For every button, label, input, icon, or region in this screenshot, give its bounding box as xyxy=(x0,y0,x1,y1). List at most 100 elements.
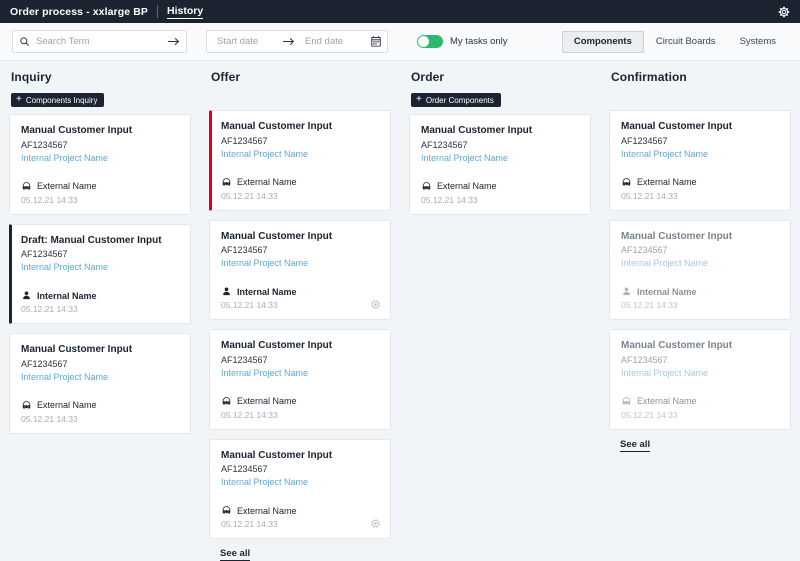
process-card[interactable]: Manual Customer Input AF1234567 Internal P… xyxy=(209,110,391,211)
search-input-placeholder[interactable]: Search Term xyxy=(30,36,167,47)
settings-button[interactable] xyxy=(777,5,791,19)
card-contact-name: Internal Name xyxy=(237,286,297,297)
card-list: Manual Customer Input AF1234567 Internal P… xyxy=(409,114,591,224)
card-contact-row: Internal Name xyxy=(621,286,779,297)
card-project-link[interactable]: Internal Project Name xyxy=(221,149,379,159)
card-footer: External Name 05.12.21 14:33 xyxy=(621,396,779,420)
column-header-spacer xyxy=(209,89,391,110)
column-title: Inquiry xyxy=(11,70,52,84)
card-contact-name: External Name xyxy=(237,505,297,516)
card-timestamp: 05.12.21 14:33 xyxy=(21,413,78,424)
card-timestamp: 05.12.21 14:33 xyxy=(221,190,278,201)
card-footer: External Name 05.12.21 14:33 xyxy=(221,505,379,530)
card-footer: External Name 05.12.21 14:33 xyxy=(21,400,179,424)
page-title: Order process - xxlarge BP xyxy=(10,5,148,18)
headset-icon xyxy=(221,396,232,407)
card-project-link[interactable]: Internal Project Name xyxy=(621,368,779,378)
process-card[interactable]: Manual Customer Input AF1234567 Internal P… xyxy=(209,438,391,539)
card-timestamp: 05.12.21 14:33 xyxy=(621,300,678,310)
headset-icon xyxy=(421,181,432,192)
add-button-label: Components Inquiry xyxy=(25,95,98,105)
search-icon xyxy=(19,36,30,47)
card-title: Manual Customer Input xyxy=(21,344,133,355)
card-contact-row: External Name xyxy=(221,505,379,516)
card-project-link[interactable]: Internal Project Name xyxy=(421,153,579,163)
process-card[interactable]: Manual Customer Input AF1234567 Internal P… xyxy=(9,333,191,434)
tab-components[interactable]: Components xyxy=(561,30,644,53)
person-icon xyxy=(21,290,32,301)
card-project-link[interactable]: Internal Project Name xyxy=(621,149,779,159)
headset-icon xyxy=(621,177,632,188)
history-link[interactable]: History xyxy=(167,5,204,19)
process-card[interactable]: Manual Customer Input AF1234567 Internal P… xyxy=(609,219,791,320)
my-tasks-toggle[interactable] xyxy=(417,35,443,48)
card-reference-number: AF1234567 xyxy=(221,354,268,365)
card-project-link[interactable]: Internal Project Name xyxy=(221,368,379,378)
process-card[interactable]: Manual Customer Input AF1234567 Internal P… xyxy=(209,219,391,320)
board-column-offer: Offer Manual Customer Input AF1234567 Inter… xyxy=(200,70,400,561)
headset-icon xyxy=(221,505,232,516)
process-card[interactable]: Manual Customer Input AF1234567 Internal P… xyxy=(209,329,391,430)
see-all-link[interactable]: See all xyxy=(220,548,251,561)
card-timestamp: 05.12.21 14:33 xyxy=(21,304,78,314)
card-reference-number: AF1234567 xyxy=(621,135,668,146)
card-project-link[interactable]: Internal Project Name xyxy=(221,477,379,487)
card-project-link[interactable]: Internal Project Name xyxy=(21,372,179,382)
board-column-inquiry: Inquiry + Components Inquiry Manual Custome… xyxy=(0,70,200,534)
add-order-components-button[interactable]: + Order Components xyxy=(411,93,501,107)
search-submit-button[interactable] xyxy=(167,36,180,47)
card-footer: External Name 05.12.21 14:33 xyxy=(221,177,379,201)
card-project-link[interactable]: Internal Project Name xyxy=(21,262,179,272)
see-all-link[interactable]: See all xyxy=(620,439,651,452)
calendar-button[interactable] xyxy=(370,35,382,48)
process-card[interactable]: Manual Customer Input AF1234567 Internal P… xyxy=(609,110,791,211)
card-contact-name: External Name xyxy=(637,177,697,187)
process-card[interactable]: Manual Customer Input AF1234567 Internal P… xyxy=(609,329,791,430)
view-tabs: Components Circuit Boards Systems xyxy=(561,30,788,53)
card-contact-row: Internal Name xyxy=(221,286,379,297)
date-range-separator xyxy=(282,36,295,47)
card-project-link[interactable]: Internal Project Name xyxy=(621,258,779,268)
tab-systems[interactable]: Systems xyxy=(728,31,788,53)
card-contact-name: External Name xyxy=(237,396,297,406)
column-title: Confirmation xyxy=(611,70,687,84)
card-contact-row: Internal Name xyxy=(21,290,179,301)
person-icon xyxy=(621,286,632,297)
process-card[interactable]: Manual Customer Input AF1234567 Internal P… xyxy=(9,114,191,215)
start-date-input[interactable]: Start date xyxy=(215,36,282,47)
card-reference-number: AF1234567 xyxy=(621,354,668,365)
card-timestamp: 05.12.21 14:33 xyxy=(621,409,678,420)
card-title: Manual Customer Input xyxy=(21,125,133,136)
my-tasks-toggle-wrapper[interactable]: My tasks only xyxy=(417,35,508,48)
card-footer: External Name 05.12.21 14:33 xyxy=(421,181,579,205)
tab-circuit-boards[interactable]: Circuit Boards xyxy=(644,31,728,53)
add-button-label: Order Components xyxy=(425,95,494,105)
arrow-right-icon xyxy=(283,37,295,46)
process-card[interactable]: Manual Customer Input AF1234567 Internal P… xyxy=(409,114,591,215)
card-timestamp: 05.12.21 14:33 xyxy=(221,409,278,420)
search-field-wrapper[interactable]: Search Term xyxy=(12,30,187,53)
card-title: Manual Customer Input xyxy=(221,230,333,242)
card-contact-name: External Name xyxy=(637,396,697,406)
card-reference-number: AF1234567 xyxy=(621,245,668,255)
process-card[interactable]: Draft: Manual Customer Input AF1234567 Int… xyxy=(9,223,191,324)
headset-icon xyxy=(221,177,232,188)
card-title: Manual Customer Input xyxy=(421,125,533,136)
card-reference-number: AF1234567 xyxy=(221,245,268,255)
card-project-link[interactable]: Internal Project Name xyxy=(221,258,379,268)
end-date-input[interactable]: End date xyxy=(295,36,370,47)
card-reference-number: AF1234567 xyxy=(421,139,468,150)
toggle-knob xyxy=(418,36,429,47)
card-project-link[interactable]: Internal Project Name xyxy=(21,153,179,163)
card-contact-row: External Name xyxy=(621,177,779,188)
card-contact-name: External Name xyxy=(437,181,497,191)
card-reference-number: AF1234567 xyxy=(21,139,68,150)
card-contact-name: External Name xyxy=(37,181,97,191)
add-components-inquiry-button[interactable]: + Components Inquiry xyxy=(11,93,105,107)
date-range-field[interactable]: Start date End date xyxy=(206,30,388,53)
card-title: Manual Customer Input xyxy=(221,449,333,461)
app-header: Order process - xxlarge BP History xyxy=(0,0,800,23)
header-divider xyxy=(157,5,158,18)
card-title: Manual Customer Input xyxy=(621,121,733,132)
card-title: Draft: Manual Customer Input xyxy=(21,234,162,246)
